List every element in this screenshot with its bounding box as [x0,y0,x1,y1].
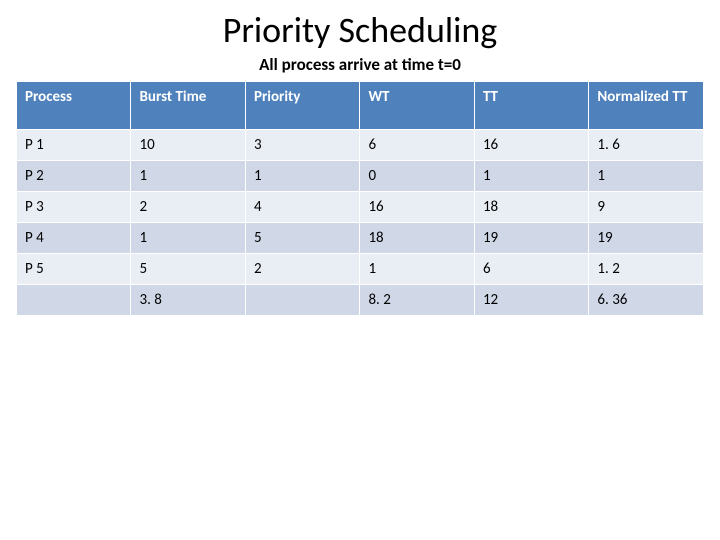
cell: 0 [360,161,474,192]
cell: 6 [474,254,588,285]
cell: 3. 8 [131,285,245,316]
cell: P 4 [17,223,131,254]
cell: 5 [245,223,359,254]
cell: 5 [131,254,245,285]
scheduling-table: Process Burst Time Priority WT TT Normal… [16,81,704,316]
cell: 1 [245,161,359,192]
cell: 12 [474,285,588,316]
cell: P 3 [17,192,131,223]
table-header-row: Process Burst Time Priority WT TT Normal… [17,82,704,130]
cell: P 1 [17,130,131,161]
cell: 8. 2 [360,285,474,316]
cell: 4 [245,192,359,223]
col-burst-time: Burst Time [131,82,245,130]
table-row: P 1 10 3 6 16 1. 6 [17,130,704,161]
cell: P 5 [17,254,131,285]
cell: 6 [360,130,474,161]
page-subtitle: All process arrive at time t=0 [0,54,720,75]
cell: 19 [589,223,704,254]
page-title: Priority Scheduling [0,8,720,52]
col-priority: Priority [245,82,359,130]
cell: 1. 6 [589,130,704,161]
cell: 1 [131,223,245,254]
cell: 6. 36 [589,285,704,316]
table-row: P 2 1 1 0 1 1 [17,161,704,192]
table-row: P 3 2 4 16 18 9 [17,192,704,223]
cell: 16 [360,192,474,223]
table-row: P 4 1 5 18 19 19 [17,223,704,254]
cell: 3 [245,130,359,161]
cell: 9 [589,192,704,223]
cell: 18 [360,223,474,254]
cell: 18 [474,192,588,223]
col-tt: TT [474,82,588,130]
col-normalized-tt: Normalized TT [589,82,704,130]
cell: 10 [131,130,245,161]
col-process: Process [17,82,131,130]
cell [245,285,359,316]
col-wt: WT [360,82,474,130]
cell [17,285,131,316]
table-row-averages: 3. 8 8. 2 12 6. 36 [17,285,704,316]
cell: 1 [131,161,245,192]
cell: 19 [474,223,588,254]
slide: Priority Scheduling All process arrive a… [0,0,720,316]
cell: 1 [360,254,474,285]
cell: 2 [245,254,359,285]
table-row: P 5 5 2 1 6 1. 2 [17,254,704,285]
cell: 16 [474,130,588,161]
cell: 2 [131,192,245,223]
cell: P 2 [17,161,131,192]
cell: 1 [589,161,704,192]
cell: 1. 2 [589,254,704,285]
cell: 1 [474,161,588,192]
